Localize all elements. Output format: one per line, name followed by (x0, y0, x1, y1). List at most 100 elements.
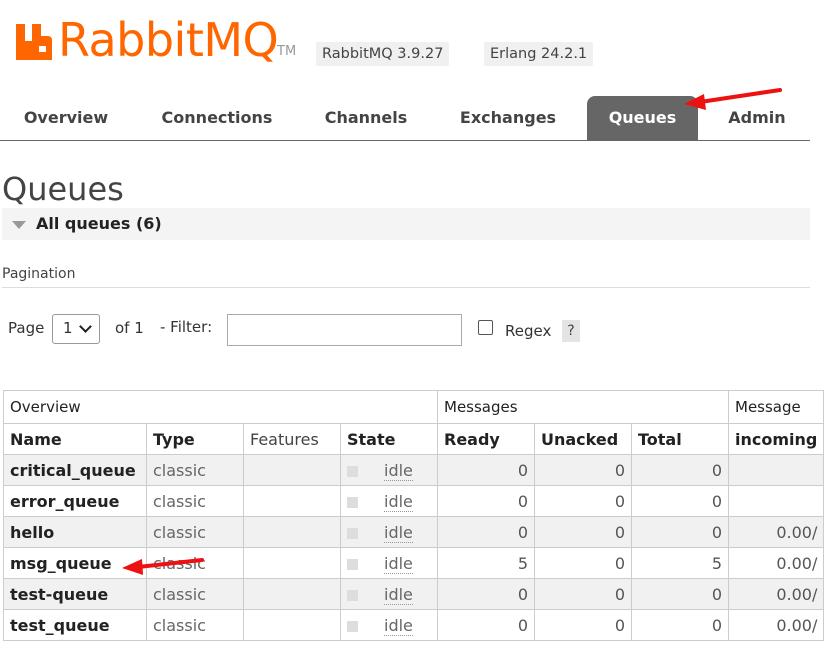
messages-ready: 0 (437, 516, 535, 548)
rate-incoming: 0.00/ (727, 516, 825, 548)
messages-total: 0 (631, 485, 729, 517)
queue-type: classic (146, 485, 244, 517)
state-label: idle (384, 553, 413, 574)
tab-exchanges[interactable]: Exchanges (446, 96, 570, 140)
collapse-triangle-icon (12, 221, 26, 229)
messages-ready: 0 (437, 454, 535, 486)
tab-overview[interactable]: Overview (8, 96, 124, 140)
rate-incoming: 0.00/ (727, 609, 825, 641)
annotation-arrow-icon (122, 558, 204, 575)
chevron-down-icon (79, 320, 92, 333)
queue-type: classic (146, 516, 244, 548)
messages-unacked: 0 (534, 547, 632, 579)
annotation-arrow-icon (684, 88, 782, 110)
queue-state: idle (340, 609, 438, 641)
col-name[interactable]: Name (3, 423, 147, 455)
queue-type: classic (146, 578, 244, 610)
table-row: test_queue classic idle 0 0 0 0.00/ (3, 609, 825, 641)
group-overview: Overview (3, 390, 438, 424)
messages-ready: 0 (437, 578, 535, 610)
all-queues-section-toggle[interactable]: All queues (6) (2, 208, 810, 240)
group-message-rates: Message (727, 390, 825, 424)
messages-total: 5 (631, 547, 729, 579)
messages-unacked: 0 (534, 454, 632, 486)
messages-ready: 5 (437, 547, 535, 579)
state-label: idle (384, 522, 413, 543)
rate-incoming (727, 485, 825, 517)
messages-total: 0 (631, 609, 729, 641)
queue-name-link[interactable]: test-queue (3, 578, 147, 610)
state-indicator-icon (347, 589, 358, 601)
state-indicator-icon (347, 496, 358, 508)
pagination-divider (2, 287, 810, 288)
pagination-heading: Pagination (2, 266, 76, 282)
state-label: idle (384, 491, 413, 512)
table-row: test-queue classic idle 0 0 0 0.00/ (3, 578, 825, 610)
queue-state: idle (340, 485, 438, 517)
queue-features (243, 547, 341, 579)
page-label: Page (8, 319, 45, 337)
page-of-label: of 1 (115, 319, 144, 337)
filter-input[interactable] (227, 314, 462, 346)
rate-incoming: 0.00/ (727, 578, 825, 610)
regex-help-button[interactable]: ? (562, 320, 580, 342)
rabbitmq-logo-icon (16, 24, 52, 60)
col-unacked[interactable]: Unacked (534, 423, 632, 455)
col-features[interactable]: Features (243, 423, 341, 455)
queue-state: idle (340, 578, 438, 610)
pagination-row: Page 1 of 1 - Filter: Regex ? (0, 312, 825, 346)
queue-name-link[interactable]: critical_queue (3, 454, 147, 486)
queue-name-link[interactable]: test_queue (3, 609, 147, 641)
queue-features (243, 454, 341, 486)
queue-state: idle (340, 516, 438, 548)
table-row: hello classic idle 0 0 0 0.00/ (3, 516, 825, 548)
rabbitmq-logo: RabbitMQ TM (14, 12, 304, 68)
messages-total: 0 (631, 578, 729, 610)
queue-features (243, 609, 341, 641)
queue-type: classic (146, 609, 244, 641)
brand-mq: MQ (203, 13, 279, 67)
state-indicator-icon (347, 558, 358, 570)
state-indicator-icon (347, 465, 358, 477)
rate-incoming: 0.00/ (727, 547, 825, 579)
messages-ready: 0 (437, 485, 535, 517)
messages-unacked: 0 (534, 578, 632, 610)
col-incoming[interactable]: incoming (727, 423, 825, 455)
page-select-value: 1 (63, 319, 73, 337)
queue-features (243, 578, 341, 610)
col-state[interactable]: State (340, 423, 438, 455)
messages-ready: 0 (437, 609, 535, 641)
tab-connections[interactable]: Connections (148, 96, 286, 140)
col-total[interactable]: Total (631, 423, 729, 455)
tab-channels[interactable]: Channels (312, 96, 420, 140)
queue-state: idle (340, 547, 438, 579)
col-type[interactable]: Type (146, 423, 244, 455)
messages-unacked: 0 (534, 516, 632, 548)
state-indicator-icon (347, 620, 358, 632)
queue-state: idle (340, 454, 438, 486)
trademark: TM (277, 44, 297, 59)
state-label: idle (384, 584, 413, 605)
brand-name: RabbitMQ (58, 12, 279, 68)
queue-name-link[interactable]: hello (3, 516, 147, 548)
state-label: idle (384, 615, 413, 636)
table-row: error_queue classic idle 0 0 0 (3, 485, 825, 517)
queue-features (243, 485, 341, 517)
col-ready[interactable]: Ready (437, 423, 535, 455)
messages-total: 0 (631, 516, 729, 548)
messages-total: 0 (631, 454, 729, 486)
page-select[interactable]: 1 (52, 314, 100, 344)
erlang-version-badge: Erlang 24.2.1 (484, 42, 594, 66)
regex-label: Regex (505, 322, 552, 340)
brand-rabbit: Rabbit (58, 13, 204, 67)
state-indicator-icon (347, 527, 358, 539)
rabbitmq-version-badge: RabbitMQ 3.9.27 (316, 42, 450, 66)
rate-incoming (727, 454, 825, 486)
group-messages: Messages (437, 390, 729, 424)
queue-name-link[interactable]: error_queue (3, 485, 147, 517)
queue-type: classic (146, 454, 244, 486)
filter-label: - Filter: (160, 318, 213, 336)
page-title: Queues (2, 170, 124, 208)
regex-checkbox[interactable] (478, 320, 493, 335)
state-label: idle (384, 460, 413, 481)
